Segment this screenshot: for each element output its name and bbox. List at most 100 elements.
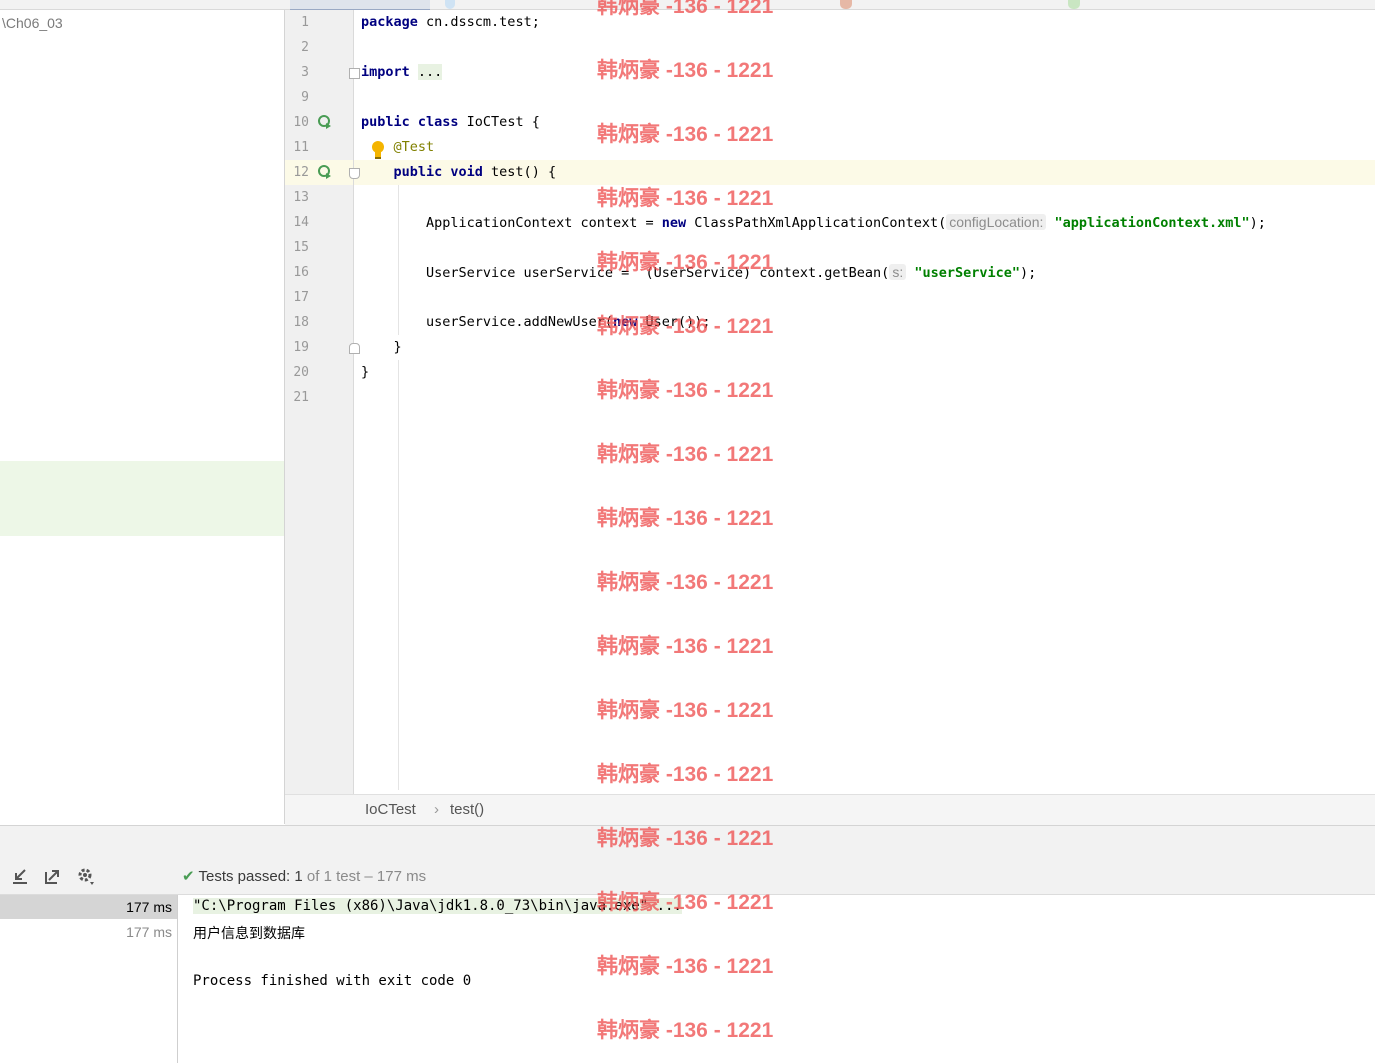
line-number: 3 [301, 65, 309, 80]
code-line[interactable]: 14 ApplicationContext context = new Clas… [285, 210, 1375, 235]
fold-toggle-icon[interactable] [349, 343, 360, 354]
line-number: 1 [301, 15, 309, 30]
line-number: 16 [293, 265, 309, 280]
code-token: @Test [393, 139, 435, 155]
code-token: import [361, 64, 410, 80]
test-tree: 177 ms 177 ms [0, 895, 178, 1063]
line-number: 2 [301, 40, 309, 55]
test-tree-row[interactable]: 177 ms [0, 895, 177, 919]
parameter-hint: s: [889, 264, 907, 280]
line-number: 19 [293, 340, 309, 355]
console-line: "C:\Program Files (x86)\Java\jdk1.8.0_73… [193, 898, 682, 914]
code-text: ApplicationContext context = new ClassPa… [361, 210, 1266, 236]
line-number: 13 [293, 190, 309, 205]
code-token: package [361, 14, 418, 30]
test-status: ✔ Tests passed: 1 of 1 test – 177 ms [182, 867, 426, 885]
line-number: 10 [293, 115, 309, 130]
code-line[interactable]: 20} [285, 360, 1375, 385]
code-line[interactable]: 10 public class IoCTest { [285, 110, 1375, 135]
tests-summary: of 1 test – 177 ms [302, 868, 427, 885]
code-editor[interactable]: 1 package cn.dsscm.test; 2 3 import ... 9 10 pu… [285, 10, 1375, 794]
file-tab-icon [445, 0, 455, 9]
code-line[interactable]: 1 package cn.dsscm.test; [285, 10, 1375, 35]
line-number: 18 [293, 315, 309, 330]
lightbulb-icon[interactable] [371, 140, 385, 160]
line-number: 12 [293, 165, 309, 180]
code-token: public void [393, 164, 483, 180]
line-number: 15 [293, 240, 309, 255]
line-number: 20 [293, 365, 309, 380]
code-line[interactable]: 18 userService.addNewUser(new User()); [285, 310, 1375, 335]
line-number: 17 [293, 290, 309, 305]
export-tests-icon[interactable] [43, 866, 63, 886]
indent-guide [398, 360, 399, 790]
editor-tab-strip [0, 0, 1375, 11]
code-token: "userService" [914, 265, 1021, 281]
check-icon: ✔ [182, 868, 195, 885]
folded-code[interactable]: ... [417, 64, 443, 80]
line-number: 21 [293, 390, 309, 405]
code-token: UserService userService = (UserService) … [361, 265, 890, 281]
code-line[interactable]: 15 [285, 235, 1375, 260]
code-token: test() { [482, 164, 557, 180]
code-text: } [361, 335, 402, 360]
fold-toggle-icon[interactable] [349, 168, 360, 179]
project-path[interactable]: \Ch06_03 [2, 15, 63, 31]
code-line[interactable]: 11 @Test [285, 135, 1375, 160]
code-token: ); [1249, 215, 1266, 231]
line-number: 11 [293, 140, 309, 155]
code-token: ); [1020, 265, 1037, 281]
console-line: 用户信息到数据库 [193, 925, 305, 941]
breadcrumb: IoCTest › test() [285, 794, 1375, 825]
import-tests-icon[interactable] [10, 866, 30, 886]
code-token: User()); [637, 314, 711, 330]
code-token: new [661, 215, 687, 231]
file-tab-icon [840, 0, 852, 9]
code-line[interactable]: 19 } [285, 335, 1375, 360]
code-line[interactable]: 9 [285, 85, 1375, 110]
breadcrumb-method[interactable]: test() [450, 801, 484, 818]
code-token: ApplicationContext context = [361, 215, 662, 231]
run-toolbar: ✔ Tests passed: 1 of 1 test – 177 ms [0, 858, 1375, 895]
fold-toggle-icon[interactable] [349, 68, 360, 79]
code-line[interactable]: 3 import ... [285, 60, 1375, 85]
code-line[interactable]: 21 [285, 385, 1375, 410]
run-test-icon[interactable] [318, 165, 332, 179]
code-token: "applicationContext.xml" [1054, 215, 1250, 231]
code-text: UserService userService = (UserService) … [361, 260, 1036, 286]
code-token: IoCTest { [458, 114, 540, 130]
run-tool-window-header [0, 825, 1375, 858]
code-text: userService.addNewUser(new User()); [361, 310, 711, 335]
code-token: } [361, 364, 370, 380]
test-tree-row[interactable]: 177 ms [0, 920, 177, 944]
code-token: ClassPathXmlApplicationContext( [686, 215, 947, 231]
project-tree-selection[interactable] [0, 461, 284, 536]
code-line[interactable]: 12 public void test() { [285, 160, 1375, 185]
test-duration: 177 ms [126, 924, 172, 940]
code-text: public class IoCTest { [361, 110, 540, 135]
breadcrumb-class[interactable]: IoCTest [365, 801, 416, 818]
project-panel: \Ch06_03 [0, 10, 285, 824]
code-text: public void test() { [361, 160, 557, 185]
code-line[interactable]: 13 [285, 185, 1375, 210]
file-tab-icon [1068, 0, 1080, 9]
code-line[interactable]: 16 UserService userService = (UserServic… [285, 260, 1375, 285]
code-token: userService.addNewUser( [361, 314, 613, 330]
console-output[interactable]: "C:\Program Files (x86)\Java\jdk1.8.0_73… [178, 895, 1375, 1063]
code-line[interactable]: 2 [285, 35, 1375, 60]
code-token: } [361, 339, 402, 355]
code-token: new [612, 314, 638, 330]
gear-icon[interactable] [76, 866, 96, 886]
line-number: 9 [301, 90, 309, 105]
console-line: Process finished with exit code 0 [193, 973, 472, 989]
code-token: cn.dsscm.test; [417, 14, 540, 30]
test-duration: 177 ms [126, 899, 172, 915]
code-text: package cn.dsscm.test; [361, 10, 540, 35]
run-test-icon[interactable] [318, 115, 332, 129]
code-text: import ... [361, 60, 443, 85]
breadcrumb-separator: › [434, 801, 439, 818]
code-token: public class [361, 114, 459, 130]
code-line[interactable]: 17 [285, 285, 1375, 310]
